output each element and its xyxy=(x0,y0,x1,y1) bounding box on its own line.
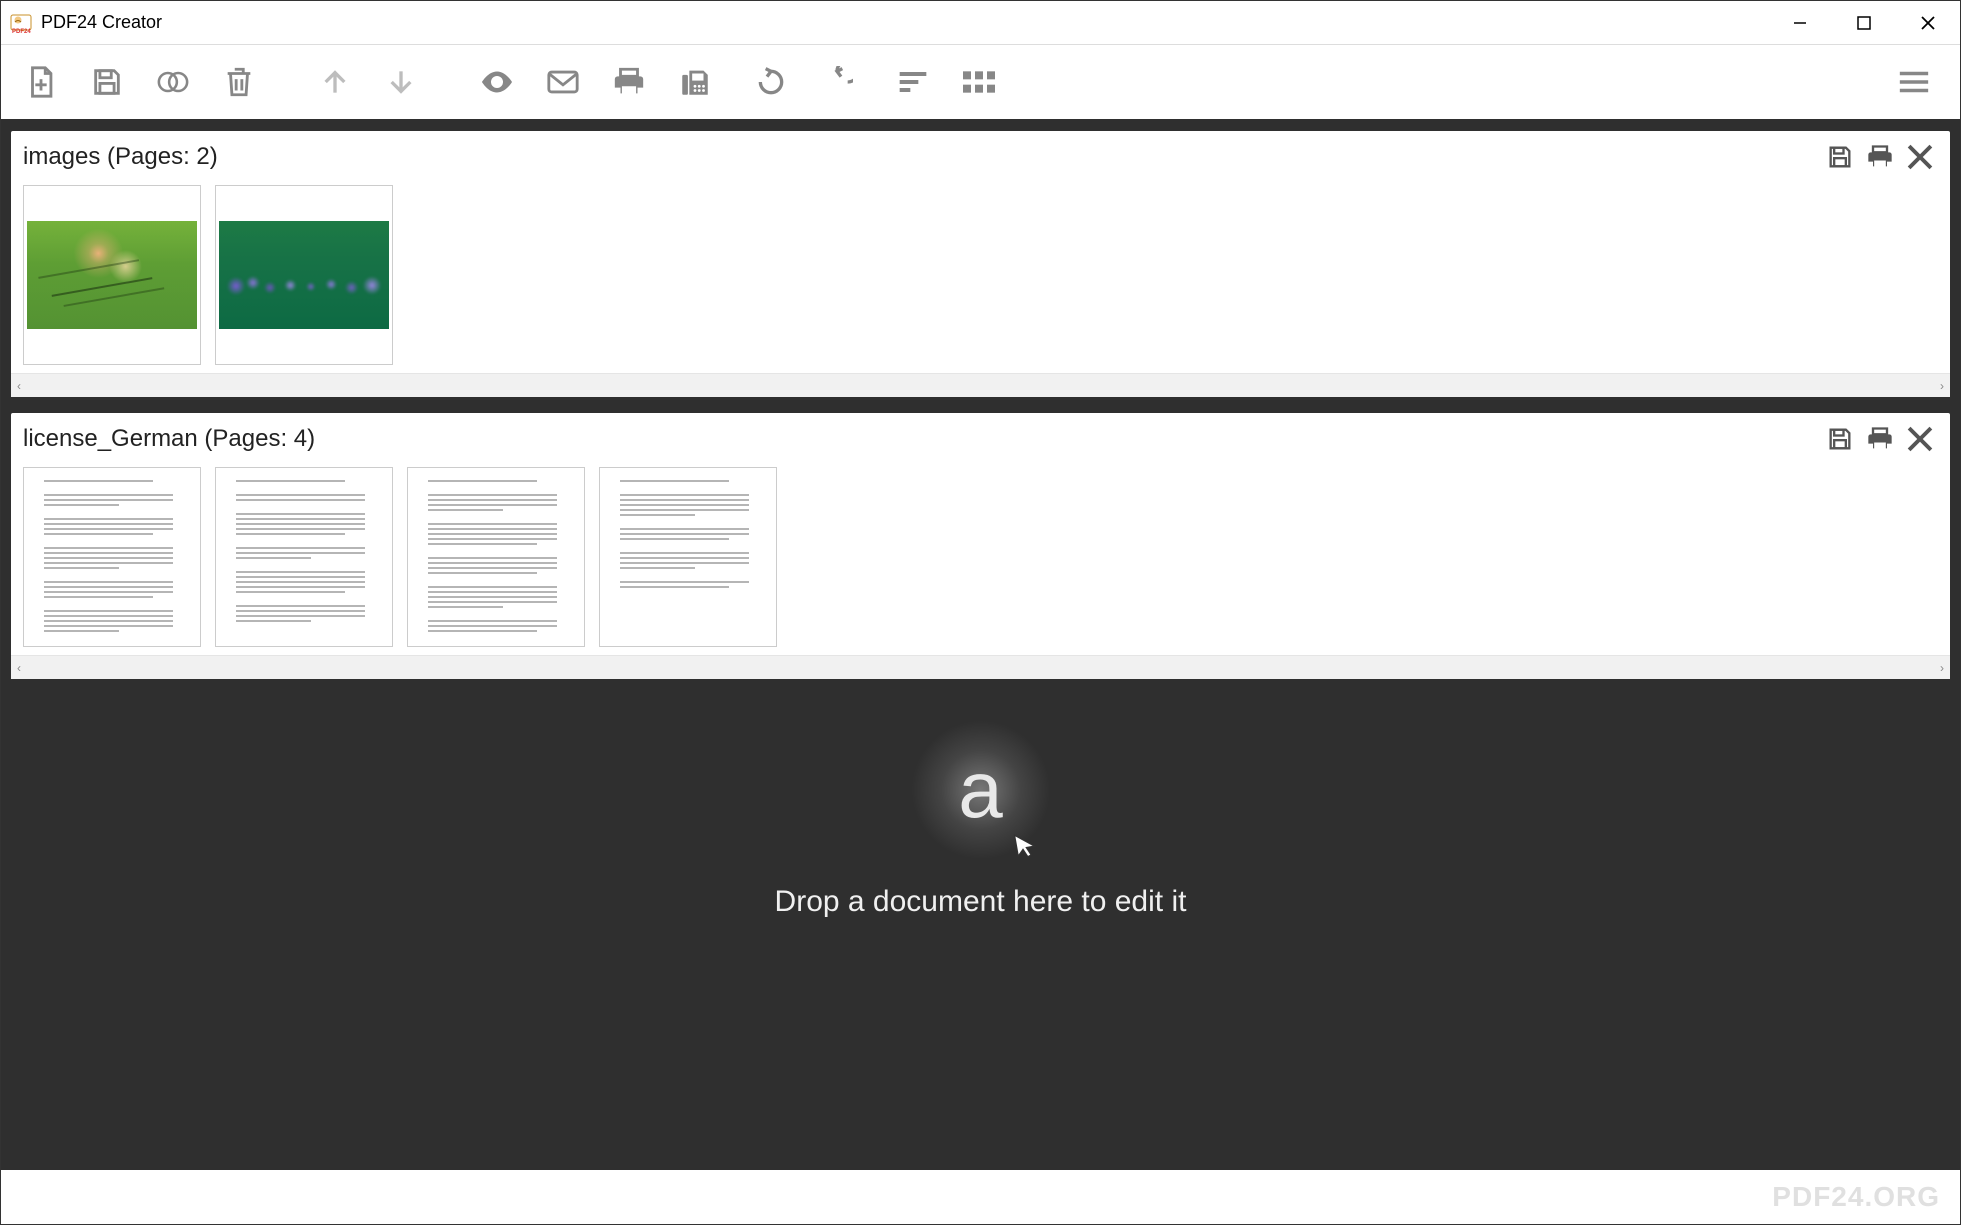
document-actions xyxy=(1822,421,1938,457)
brand-link[interactable]: PDF24.ORG xyxy=(1772,1181,1940,1213)
document-title: images (Pages: 2) xyxy=(23,143,1822,171)
document-name: images xyxy=(23,143,100,170)
document-actions xyxy=(1822,139,1938,175)
scroll-left-icon[interactable]: ‹ xyxy=(17,661,21,675)
document-panel[interactable]: images (Pages: 2) ‹ › xyxy=(11,131,1950,397)
cursor-icon xyxy=(1010,829,1042,861)
page-thumbnail[interactable] xyxy=(215,185,393,365)
drop-graphic: a xyxy=(901,725,1061,855)
sort-button[interactable] xyxy=(883,52,943,112)
footer: PDF24.ORG xyxy=(1,1170,1960,1224)
scroll-right-icon[interactable]: › xyxy=(1940,379,1944,393)
document-pages-label: (Pages: 2) xyxy=(107,143,218,170)
page-thumbnail[interactable] xyxy=(23,185,201,365)
page-thumbnail[interactable] xyxy=(599,467,777,647)
move-up-button[interactable] xyxy=(305,52,365,112)
window-title: PDF24 Creator xyxy=(41,12,162,33)
document-pages-label: (Pages: 4) xyxy=(204,425,315,452)
rotate-left-button[interactable] xyxy=(741,52,801,112)
page-thumbnail[interactable] xyxy=(215,467,393,647)
document-header: images (Pages: 2) xyxy=(11,131,1950,179)
doc-print-button[interactable] xyxy=(1862,139,1898,175)
delete-button[interactable] xyxy=(209,52,269,112)
svg-text:PDF24: PDF24 xyxy=(12,29,31,34)
drop-zone-text: Drop a document here to edit it xyxy=(11,885,1950,919)
new-file-button[interactable] xyxy=(11,52,71,112)
main-toolbar xyxy=(1,45,1960,119)
page-thumbnail[interactable] xyxy=(23,467,201,647)
drop-zone[interactable]: a Drop a document here to edit it xyxy=(11,695,1950,949)
print-button[interactable] xyxy=(599,52,659,112)
app-icon: PDF24 xyxy=(9,11,33,35)
doc-close-button[interactable] xyxy=(1902,139,1938,175)
doc-close-button[interactable] xyxy=(1902,421,1938,457)
doc-print-button[interactable] xyxy=(1862,421,1898,457)
scroll-right-icon[interactable]: › xyxy=(1940,661,1944,675)
workspace: images (Pages: 2) ‹ › xyxy=(1,119,1960,1170)
save-button[interactable] xyxy=(77,52,137,112)
page-strip xyxy=(11,461,1950,655)
document-title: license_German (Pages: 4) xyxy=(23,425,1822,453)
page-strip xyxy=(11,179,1950,373)
document-panel[interactable]: license_German (Pages: 4) xyxy=(11,413,1950,679)
doc-save-button[interactable] xyxy=(1822,421,1858,457)
document-name: license_German xyxy=(23,425,198,452)
document-header: license_German (Pages: 4) xyxy=(11,413,1950,461)
email-button[interactable] xyxy=(533,52,593,112)
window-close-button[interactable] xyxy=(1896,1,1960,45)
scroll-left-icon[interactable]: ‹ xyxy=(17,379,21,393)
title-bar: PDF24 PDF24 Creator xyxy=(1,1,1960,45)
horizontal-scrollbar[interactable]: ‹ › xyxy=(11,373,1950,397)
window-maximize-button[interactable] xyxy=(1832,1,1896,45)
hamburger-menu-button[interactable] xyxy=(1884,52,1944,112)
window-minimize-button[interactable] xyxy=(1768,1,1832,45)
page-thumbnail[interactable] xyxy=(407,467,585,647)
rotate-right-button[interactable] xyxy=(807,52,867,112)
horizontal-scrollbar[interactable]: ‹ › xyxy=(11,655,1950,679)
move-down-button[interactable] xyxy=(371,52,431,112)
doc-save-button[interactable] xyxy=(1822,139,1858,175)
preview-button[interactable] xyxy=(467,52,527,112)
drop-logo-icon: a xyxy=(958,744,1003,836)
grid-view-button[interactable] xyxy=(949,52,1009,112)
fax-button[interactable] xyxy=(665,52,725,112)
merge-button[interactable] xyxy=(143,52,203,112)
